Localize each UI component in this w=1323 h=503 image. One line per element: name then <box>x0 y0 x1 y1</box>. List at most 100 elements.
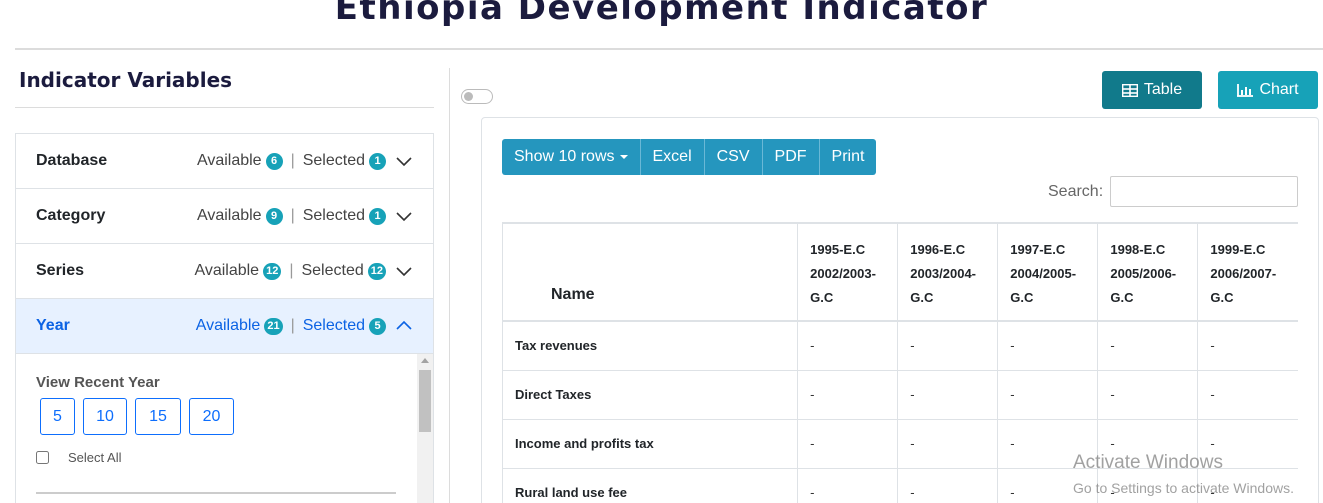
year-gc: 2002/2003- <box>810 266 876 281</box>
view-recent-year-label: View Recent Year <box>36 374 160 391</box>
value-cell: - <box>897 419 999 469</box>
accordion-year[interactable]: Year Available 21 | Selected 5 <box>16 299 433 354</box>
recent-year-5-button[interactable]: 5 <box>40 398 75 435</box>
separator: | <box>290 317 295 334</box>
recent-year-buttons: 5 10 15 20 <box>40 398 234 435</box>
select-all-label: Select All <box>68 450 122 465</box>
print-button[interactable]: Print <box>819 139 877 175</box>
value-cell: - <box>797 419 899 469</box>
accordion-counts: Available 12 | Selected 12 <box>194 262 413 280</box>
available-label: Available <box>196 207 262 224</box>
selected-label: Selected <box>301 262 364 279</box>
table-icon <box>1121 83 1138 97</box>
year-panel-scrollbar[interactable] <box>417 354 433 503</box>
separator: | <box>290 207 295 224</box>
table-view-button[interactable]: Table <box>1102 71 1202 109</box>
accordion-label: Year <box>36 317 70 334</box>
available-badge: 12 <box>263 262 282 280</box>
year-ec: 1996-E.C <box>910 242 966 257</box>
show-rows-dropdown[interactable]: Show 10 rows <box>502 139 641 175</box>
recent-year-20-button[interactable]: 20 <box>189 398 234 435</box>
excel-export-button[interactable]: Excel <box>640 139 705 175</box>
csv-export-button[interactable]: CSV <box>704 139 763 175</box>
scroll-thumb[interactable] <box>419 370 431 432</box>
selected-label: Selected <box>302 317 365 334</box>
value-cell: - <box>797 321 899 371</box>
accordion-database[interactable]: Database Available 6 | Selected 1 <box>16 134 433 189</box>
row-name-cell: Direct Taxes <box>501 370 799 420</box>
separator: | <box>290 152 295 169</box>
accordion-series[interactable]: Series Available 12 | Selected 12 <box>16 244 433 299</box>
chevron-down-icon <box>396 267 412 277</box>
app-page: Ethiopia Development Indicator Indicator… <box>0 0 1323 503</box>
row-name-cell: Tax revenues <box>501 321 799 371</box>
toggle-knob <box>464 92 473 101</box>
chart-view-button[interactable]: Chart <box>1218 71 1318 109</box>
name-column-header[interactable]: Name <box>501 222 799 322</box>
chevron-down-icon <box>396 212 412 222</box>
accordion-counts: Available 9 | Selected 1 <box>197 207 413 225</box>
accordion-label: Database <box>36 152 108 169</box>
year-gc-suffix: G.C <box>810 290 834 305</box>
year-gc: 2004/2005- <box>1010 266 1077 281</box>
selected-label: Selected <box>302 152 365 169</box>
activate-windows-watermark: Activate Windows Go to Settings to activ… <box>1073 452 1294 496</box>
recent-year-15-button[interactable]: 15 <box>135 398 181 435</box>
accordion-category[interactable]: Category Available 9 | Selected 1 <box>16 189 433 244</box>
value-cell: - <box>797 370 899 420</box>
year-column-header[interactable]: 1996-E.C 2003/2004- G.C <box>897 222 999 322</box>
value-cell: - <box>897 370 999 420</box>
row-name-cell: Rural land use fee <box>501 468 799 503</box>
value-cell: - <box>797 468 899 503</box>
bar-chart-icon <box>1237 83 1254 97</box>
selected-badge: 12 <box>367 262 386 280</box>
year-gc: 2006/2007- <box>1210 266 1277 281</box>
selected-badge: 5 <box>369 317 386 335</box>
show-rows-label: Show 10 rows <box>514 148 615 165</box>
view-toggle-switch[interactable] <box>461 89 493 104</box>
table-row: Direct Taxes - - - - - <box>501 370 1298 420</box>
year-column-header[interactable]: 1997-E.C 2004/2005- G.C <box>997 222 1099 322</box>
scroll-up-arrow-icon[interactable] <box>421 358 429 363</box>
watermark-title: Activate Windows <box>1073 452 1223 473</box>
value-cell: - <box>1197 321 1298 371</box>
title-divider <box>15 48 1323 50</box>
available-badge: 6 <box>265 152 283 170</box>
table-toolbar: Show 10 rows Excel CSV PDF Print <box>502 139 877 175</box>
year-column-header[interactable]: 1995-E.C 2002/2003- G.C <box>797 222 899 322</box>
year-column-header[interactable]: 1999-E.C 2006/2007- G.C <box>1197 222 1298 322</box>
available-badge: 9 <box>265 207 283 225</box>
table-header-row: Name 1995-E.C 2002/2003- G.C 1996-E.C 20… <box>501 222 1298 322</box>
year-panel-divider <box>36 492 396 494</box>
accordion-label: Series <box>36 262 85 279</box>
year-gc-suffix: G.C <box>1210 290 1234 305</box>
pdf-export-button[interactable]: PDF <box>762 139 820 175</box>
recent-year-10-button[interactable]: 10 <box>83 398 127 435</box>
available-label: Available <box>194 262 260 279</box>
select-all-checkbox[interactable] <box>36 451 49 464</box>
year-panel: View Recent Year 5 10 15 20 Select All <box>16 354 433 503</box>
year-ec: 1999-E.C <box>1210 242 1266 257</box>
table-row: Tax revenues - - - - - <box>501 321 1298 371</box>
year-gc: 2003/2004- <box>910 266 977 281</box>
indicator-accordion: Database Available 6 | Selected 1 Catego… <box>15 133 434 503</box>
select-all-option[interactable]: Select All <box>36 450 121 465</box>
chart-view-label: Chart <box>1259 81 1299 98</box>
available-label: Available <box>195 317 261 334</box>
value-cell: - <box>997 321 1099 371</box>
value-cell: - <box>897 468 999 503</box>
page-title: Ethiopia Development Indicator <box>334 0 989 28</box>
value-cell: - <box>1097 321 1199 371</box>
year-gc-suffix: G.C <box>1110 290 1134 305</box>
accordion-label: Category <box>36 207 106 224</box>
year-ec: 1998-E.C <box>1110 242 1166 257</box>
year-gc-suffix: G.C <box>910 290 934 305</box>
selected-label: Selected <box>302 207 365 224</box>
selected-badge: 1 <box>369 207 386 225</box>
panel-divider <box>449 68 450 503</box>
search-input[interactable] <box>1110 176 1298 207</box>
value-cell: - <box>1097 370 1199 420</box>
year-column-header[interactable]: 1998-E.C 2005/2006- G.C <box>1097 222 1199 322</box>
selected-badge: 1 <box>369 152 386 170</box>
caret-down-icon <box>619 155 628 159</box>
